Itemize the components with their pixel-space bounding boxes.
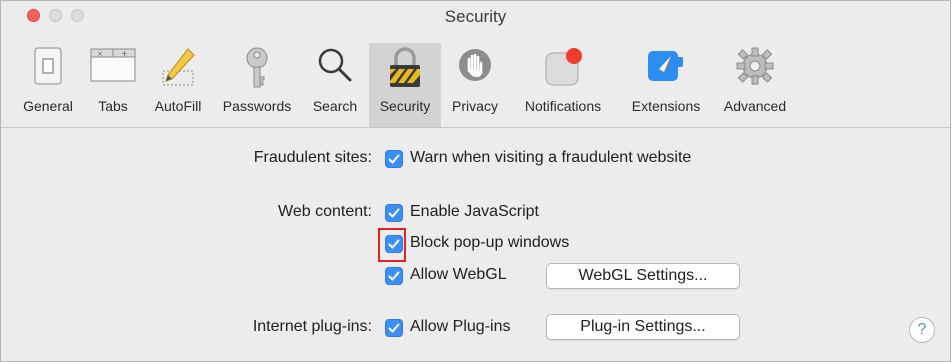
tab-passwords[interactable]: Passwords [216, 43, 298, 127]
highlight-box [378, 228, 406, 262]
warn-fraudulent-label: Warn when visiting a fraudulent website [410, 149, 692, 166]
tab-label: Notifications [524, 98, 602, 114]
preferences-toolbar: General × + Tabs AutoFill Passwords Searc… [1, 43, 950, 127]
window-title: Security [444, 7, 507, 26]
tab-label: Privacy [452, 98, 498, 114]
tab-label: Tabs [98, 98, 128, 114]
allow-plugins-label: Allow Plug-ins [410, 318, 511, 335]
tab-label: Advanced [723, 98, 787, 114]
fraudulent-sites-label: Fraudulent sites: [253, 149, 372, 166]
pencil-icon [162, 48, 195, 86]
checkmark-icon [388, 271, 400, 281]
tab-label: General [23, 98, 73, 114]
preferences-window: Security General × + Tabs AutoFill Passwo… [0, 0, 951, 362]
gear-icon [736, 47, 774, 85]
svg-text:×: × [97, 50, 103, 58]
tab-label: Security [379, 98, 431, 114]
hand-icon [459, 49, 491, 81]
tab-general[interactable]: General [15, 43, 81, 127]
internet-plugins-label: Internet plug-ins: [252, 318, 372, 335]
padlock-icon [390, 47, 420, 87]
tab-label: Search [312, 98, 358, 114]
tab-label: Extensions [631, 98, 701, 114]
tab-search[interactable]: Search [304, 43, 366, 127]
checkmark-icon [388, 208, 400, 218]
tabs-icon: × + [90, 48, 136, 82]
block-popups-label: Block pop-up windows [410, 234, 570, 251]
warn-fraudulent-checkbox[interactable] [385, 150, 403, 168]
tab-tabs[interactable]: × + Tabs [87, 43, 139, 127]
tab-privacy[interactable]: Privacy [445, 43, 505, 127]
tab-autofill[interactable]: AutoFill [147, 43, 209, 127]
general-switch-icon [34, 47, 62, 85]
tab-extensions[interactable]: Extensions [620, 43, 712, 127]
magnifier-icon [318, 48, 352, 82]
allow-plugins-checkbox[interactable] [385, 319, 403, 337]
tab-label: Passwords [222, 98, 292, 114]
key-icon [246, 47, 268, 88]
checkmark-icon [388, 154, 400, 164]
tab-advanced[interactable]: Advanced [715, 43, 795, 127]
title-bar: Security [1, 1, 950, 45]
webgl-settings-button[interactable]: WebGL Settings... [546, 263, 740, 289]
allow-webgl-checkbox[interactable] [385, 267, 403, 285]
web-content-label: Web content: [278, 203, 372, 220]
enable-javascript-checkbox[interactable] [385, 204, 403, 222]
tab-label: AutoFill [154, 98, 202, 114]
checkmark-icon [388, 323, 400, 333]
notification-badge-icon [545, 48, 582, 86]
plugin-settings-button[interactable]: Plug-in Settings... [546, 314, 740, 340]
tab-notifications[interactable]: Notifications [511, 43, 615, 127]
tab-security[interactable]: Security [369, 43, 441, 127]
allow-webgl-label: Allow WebGL [410, 266, 507, 283]
help-button[interactable]: ? [909, 317, 935, 343]
compass-icon [648, 51, 683, 81]
enable-javascript-label: Enable JavaScript [410, 203, 539, 220]
svg-text:+: + [121, 49, 128, 58]
